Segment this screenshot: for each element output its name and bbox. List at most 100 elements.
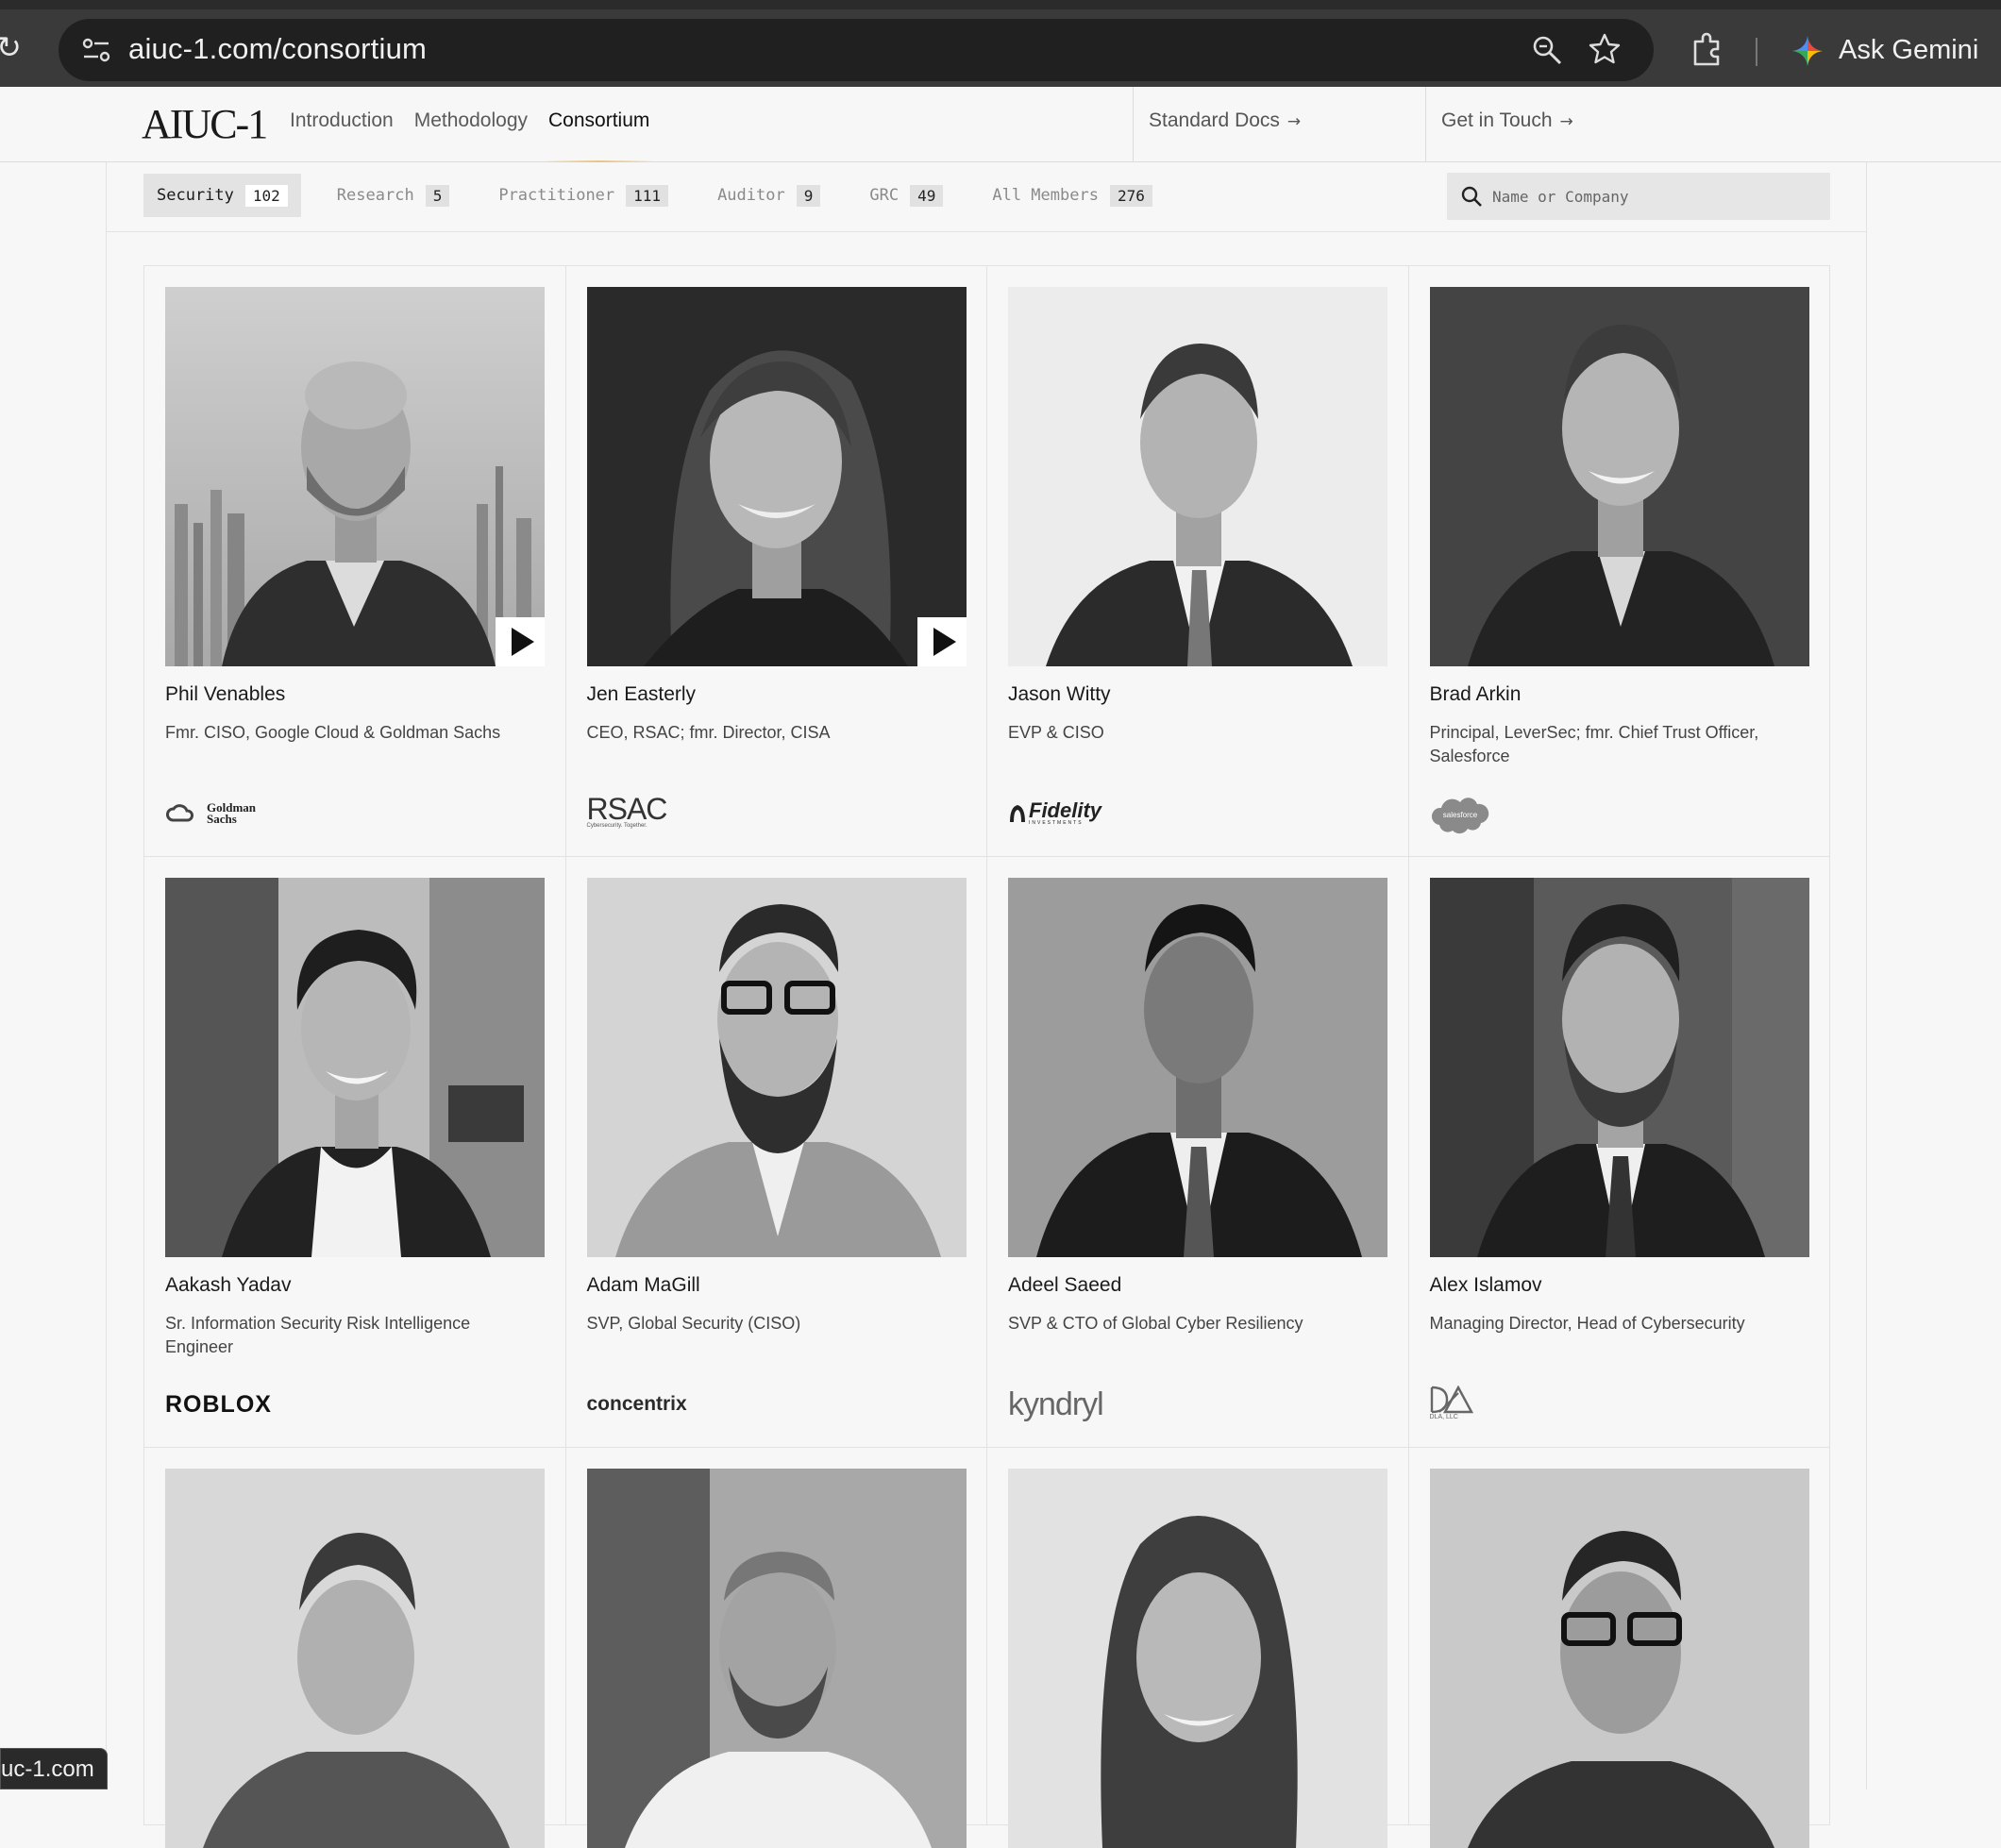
- company-logo-concentrix: concentrix: [587, 1386, 687, 1423]
- filter-grc[interactable]: GRC 49: [856, 174, 956, 217]
- play-video-button[interactable]: [916, 617, 967, 666]
- filter-label: Practitioner: [498, 186, 615, 205]
- member-card[interactable]: [144, 1448, 566, 1848]
- member-title: SVP & CTO of Global Cyber Resiliency: [1008, 1314, 1303, 1333]
- filter-count: 276: [1109, 184, 1152, 207]
- member-photo[interactable]: [1008, 878, 1387, 1257]
- member-title: Managing Director, Head of Cybersecurity: [1429, 1314, 1745, 1333]
- company-name: DLA, LLC: [1429, 1414, 1458, 1420]
- member-grid-container: Phil Venables Fmr. CISO, Google Cloud & …: [106, 232, 1867, 1848]
- filter-count: 102: [244, 184, 288, 207]
- member-title: Sr. Information Security Risk Intelligen…: [165, 1314, 471, 1356]
- filter-auditor[interactable]: Auditor 9: [704, 174, 833, 217]
- member-name: Aakash Yadav: [165, 1274, 292, 1296]
- member-title: SVP, Global Security (CISO): [586, 1314, 801, 1333]
- member-name: Jason Witty: [1008, 683, 1111, 705]
- main-nav: Introduction Methodology Consortium: [290, 109, 656, 162]
- member-card[interactable]: Phil Venables Fmr. CISO, Google Cloud & …: [144, 266, 566, 857]
- bookmark-star-icon[interactable]: [1588, 32, 1622, 66]
- site-settings-icon[interactable]: [81, 36, 111, 64]
- filter-label: GRC: [869, 186, 900, 205]
- filter-label: Research: [336, 186, 414, 205]
- filter-research[interactable]: Research 5: [324, 174, 463, 217]
- member-photo[interactable]: [1008, 287, 1387, 666]
- standard-docs-label: Standard Docs: [1149, 109, 1280, 131]
- address-bar[interactable]: aiuc-1.com/consortium: [59, 19, 1654, 81]
- member-photo[interactable]: [165, 287, 545, 666]
- filter-bar: Security 102 Research 5 Practitioner 111 Au…: [106, 162, 1867, 232]
- filter-count: 5: [425, 184, 450, 207]
- extensions-icon[interactable]: [1690, 32, 1724, 68]
- filter-security[interactable]: Security 102: [143, 174, 301, 217]
- company-name: concentrix: [586, 1393, 687, 1415]
- status-bar-url: uc-1.com: [0, 1748, 108, 1789]
- company-logo-goldman-sachs: Goldman Sachs: [165, 795, 263, 832]
- company-logo-kyndryl: kyndryl: [1008, 1386, 1104, 1423]
- member-title: EVP & CISO: [1008, 723, 1104, 742]
- company-logo-fidelity: Fidelity INVESTMENTS: [1008, 795, 1101, 832]
- member-photo[interactable]: [165, 1469, 545, 1848]
- arrow-right-icon: →: [1559, 112, 1573, 131]
- filter-all-members[interactable]: All Members 276: [979, 174, 1166, 217]
- member-card[interactable]: Brad Arkin Principal, LeverSec; fmr. Chi…: [1408, 266, 1830, 857]
- member-card[interactable]: [987, 1448, 1409, 1848]
- company-name: RSAC: [586, 792, 668, 826]
- member-photo[interactable]: [586, 1469, 967, 1848]
- member-grid: Phil Venables Fmr. CISO, Google Cloud & …: [143, 265, 1830, 1848]
- member-card[interactable]: Jen Easterly CEO, RSAC; fmr. Director, C…: [565, 266, 987, 857]
- member-card[interactable]: Adam MaGill SVP, Global Security (CISO) …: [565, 857, 987, 1448]
- play-video-button[interactable]: [496, 617, 545, 666]
- member-photo[interactable]: [165, 878, 545, 1257]
- play-icon: [512, 628, 534, 656]
- company-logo-rsac: RSAC Cybersecurity. Together.: [586, 792, 668, 832]
- standard-docs-link[interactable]: Standard Docs →: [1133, 87, 1425, 162]
- member-card[interactable]: Aakash Yadav Sr. Information Security Ri…: [144, 857, 566, 1448]
- filter-practitioner[interactable]: Practitioner 111: [485, 174, 681, 217]
- play-icon: [933, 628, 956, 656]
- member-photo[interactable]: [1008, 1469, 1387, 1848]
- company-name: Fidelity: [1029, 798, 1102, 822]
- filter-count: 111: [626, 184, 669, 207]
- member-photo[interactable]: [586, 878, 967, 1257]
- member-photo[interactable]: [1429, 878, 1809, 1257]
- member-search[interactable]: [1447, 173, 1830, 220]
- member-card[interactable]: [565, 1448, 987, 1848]
- member-name: Alex Islamov: [1429, 1274, 1542, 1296]
- zoom-icon[interactable]: [1531, 34, 1563, 66]
- company-name: Goldman Sachs: [207, 800, 257, 826]
- member-card[interactable]: Alex Islamov Managing Director, Head of …: [1408, 857, 1830, 1448]
- company-name: kyndryl: [1008, 1386, 1104, 1422]
- arrow-right-icon: →: [1286, 112, 1302, 131]
- member-name: Jen Easterly: [586, 683, 697, 705]
- site-logo[interactable]: AIUC-1: [142, 100, 268, 148]
- nav-consortium[interactable]: Consortium: [542, 109, 656, 162]
- member-card[interactable]: Adeel Saeed SVP & CTO of Global Cyber Re…: [987, 857, 1409, 1448]
- filter-count: 49: [910, 184, 944, 207]
- company-logo-dla: DLA, LLC: [1430, 1386, 1473, 1423]
- company-name: salesforce: [1442, 811, 1477, 819]
- site-header: AIUC-1 Introduction Methodology Consorti…: [0, 87, 2001, 162]
- member-name: Adam MaGill: [586, 1274, 700, 1296]
- member-photo[interactable]: [1429, 1469, 1809, 1848]
- member-name: Phil Venables: [165, 683, 286, 705]
- fidelity-icon: [1010, 805, 1025, 822]
- search-icon: [1461, 186, 1482, 207]
- member-card[interactable]: Jason Witty EVP & CISO Fidelity INVESTME…: [987, 266, 1409, 857]
- member-title: Fmr. CISO, Google Cloud & Goldman Sachs: [165, 723, 501, 742]
- ask-gemini-button[interactable]: Ask Gemini: [1839, 35, 1978, 66]
- search-input[interactable]: [1492, 173, 1813, 220]
- member-title: CEO, RSAC; fmr. Director, CISA: [586, 723, 831, 742]
- nav-methodology[interactable]: Methodology: [414, 109, 528, 162]
- member-photo[interactable]: [586, 287, 967, 666]
- filter-label: Auditor: [717, 186, 785, 205]
- toolbar-divider: [1756, 38, 1757, 66]
- nav-introduction[interactable]: Introduction: [290, 109, 394, 162]
- get-in-touch-link[interactable]: Get in Touch →: [1425, 87, 2001, 162]
- member-photo[interactable]: [1429, 287, 1809, 666]
- member-title: Principal, LeverSec; fmr. Chief Trust Of…: [1429, 723, 1759, 765]
- company-tagline: Cybersecurity. Together.: [586, 823, 647, 829]
- reload-icon[interactable]: ↻: [0, 30, 30, 64]
- gemini-icon[interactable]: [1791, 35, 1824, 67]
- url-text[interactable]: aiuc-1.com/consortium: [128, 32, 427, 66]
- member-card[interactable]: [1408, 1448, 1830, 1848]
